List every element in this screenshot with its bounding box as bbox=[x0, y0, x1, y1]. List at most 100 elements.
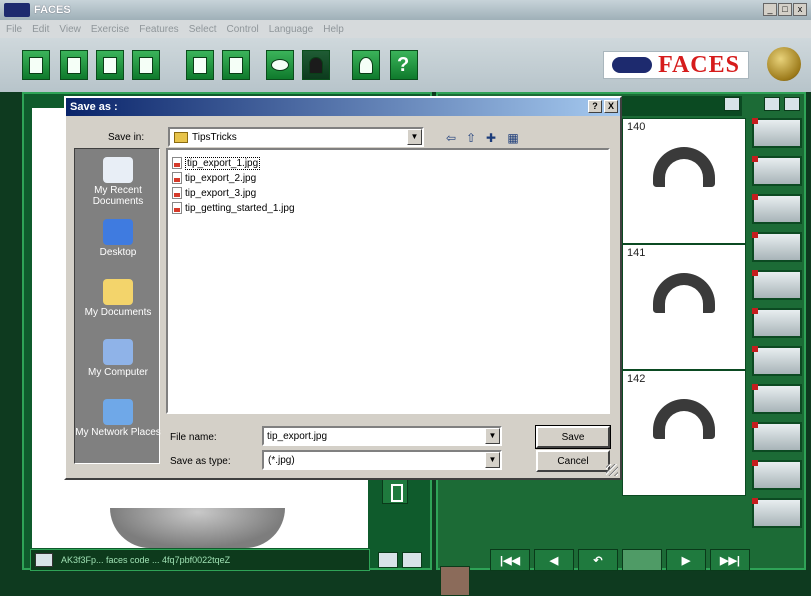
save-as-type-value: (*.jpg) bbox=[268, 454, 295, 466]
feature-moustache-button[interactable] bbox=[752, 384, 802, 414]
menu-file[interactable]: File bbox=[2, 24, 28, 35]
new-folder-icon[interactable]: ✚ bbox=[482, 130, 500, 146]
app-icon bbox=[4, 3, 30, 17]
keyboard-icon[interactable] bbox=[35, 553, 53, 567]
file-list[interactable]: tip_export_1.jpg tip_export_2.jpg tip_ex… bbox=[166, 148, 610, 414]
save-in-label: Save in: bbox=[108, 132, 145, 143]
feature-scars-button[interactable] bbox=[752, 498, 802, 528]
dialog-title: Save as : bbox=[66, 98, 620, 116]
place-desktop[interactable]: Desktop bbox=[75, 219, 161, 258]
file-name: tip_export_3.jpg bbox=[185, 187, 257, 199]
file-item[interactable]: tip_export_2.jpg bbox=[172, 171, 256, 185]
place-my-documents[interactable]: My Documents bbox=[75, 279, 161, 318]
toolbar: ? FACES bbox=[0, 38, 811, 92]
thumbnail-140[interactable]: 140 bbox=[622, 118, 746, 244]
feature-category-list bbox=[748, 118, 806, 538]
menu-view[interactable]: View bbox=[55, 24, 87, 35]
my-computer-icon bbox=[103, 339, 133, 365]
dialog-help-button[interactable]: ? bbox=[588, 100, 602, 113]
navigation-bar: |◀◀ ◀ ↶ ▶ ▶▶| bbox=[490, 549, 750, 571]
network-places-icon bbox=[103, 399, 133, 425]
view-button[interactable] bbox=[266, 50, 294, 80]
title-bar: FACES _ □ x bbox=[0, 0, 811, 20]
brand-text: FACES bbox=[658, 51, 740, 78]
resize-grip[interactable] bbox=[606, 464, 618, 476]
eye-icon bbox=[271, 59, 289, 71]
feature-eyebrows-button[interactable] bbox=[752, 232, 802, 262]
chevron-down-icon[interactable]: ▼ bbox=[407, 129, 422, 145]
minimize-button[interactable]: _ bbox=[763, 3, 777, 16]
chevron-down-icon[interactable]: ▼ bbox=[485, 452, 500, 468]
maximize-button[interactable]: □ bbox=[778, 3, 792, 16]
export-button[interactable] bbox=[132, 50, 160, 80]
feature-glasses-button[interactable] bbox=[752, 346, 802, 376]
new-document-icon bbox=[29, 56, 43, 74]
menu-bar: File Edit View Exercise Features Select … bbox=[0, 20, 811, 38]
feature-preview-button[interactable] bbox=[440, 566, 470, 596]
place-network-places[interactable]: My Network Places bbox=[75, 399, 161, 438]
open-file-button[interactable] bbox=[60, 50, 88, 80]
up-folder-icon[interactable]: ⇧ bbox=[462, 130, 480, 146]
file-name-field[interactable]: tip_export.jpg ▼ bbox=[262, 426, 502, 446]
save-in-dropdown[interactable]: TipsTricks ▼ bbox=[168, 127, 424, 147]
view-menu-icon[interactable]: ▦ bbox=[504, 130, 522, 146]
menu-language[interactable]: Language bbox=[265, 24, 320, 35]
thumbnail-141[interactable]: 141 bbox=[622, 244, 746, 370]
feature-eyes-button[interactable] bbox=[752, 194, 802, 224]
list-icon[interactable] bbox=[378, 552, 398, 568]
save-file-button[interactable] bbox=[96, 50, 124, 80]
feature-nose-button[interactable] bbox=[752, 270, 802, 300]
menu-features[interactable]: Features bbox=[135, 24, 184, 35]
suspect-button[interactable] bbox=[352, 50, 380, 80]
thumbnail-142[interactable]: 142 bbox=[622, 370, 746, 496]
brand-mark-icon bbox=[612, 57, 653, 73]
feature-head-shape-button[interactable] bbox=[752, 156, 802, 186]
save-icon bbox=[103, 56, 117, 74]
close-window-button[interactable]: x bbox=[793, 3, 807, 16]
file-item[interactable]: tip_export_1.jpg bbox=[172, 156, 261, 170]
print-button[interactable] bbox=[222, 50, 250, 80]
page-button[interactable] bbox=[382, 478, 408, 504]
first-button[interactable]: |◀◀ bbox=[490, 549, 530, 571]
feature-lines-button[interactable] bbox=[752, 422, 802, 452]
recent-documents-icon bbox=[103, 157, 133, 183]
next-button[interactable]: ▶ bbox=[666, 549, 706, 571]
chevron-down-icon[interactable]: ▼ bbox=[485, 428, 500, 444]
dialog-close-button[interactable]: X bbox=[604, 100, 618, 113]
menu-edit[interactable]: Edit bbox=[28, 24, 55, 35]
pause-icon[interactable] bbox=[724, 97, 740, 111]
place-my-computer[interactable]: My Computer bbox=[75, 339, 161, 378]
undo-button[interactable]: ↶ bbox=[578, 549, 618, 571]
menu-select[interactable]: Select bbox=[185, 24, 223, 35]
hair-image bbox=[653, 399, 715, 439]
last-button[interactable]: ▶▶| bbox=[710, 549, 750, 571]
file-item[interactable]: tip_export_3.jpg bbox=[172, 186, 256, 200]
feature-hair-button[interactable] bbox=[752, 118, 802, 148]
feature-mouth-button[interactable] bbox=[752, 308, 802, 338]
camera-icon[interactable] bbox=[402, 552, 422, 568]
profile-button[interactable] bbox=[302, 50, 330, 80]
menu-help[interactable]: Help bbox=[319, 24, 350, 35]
previous-button[interactable]: ◀ bbox=[534, 549, 574, 571]
window-controls: _ □ x bbox=[763, 3, 807, 16]
cancel-button[interactable]: Cancel bbox=[536, 450, 610, 472]
menu-control[interactable]: Control bbox=[222, 24, 264, 35]
faces-icon[interactable] bbox=[764, 97, 780, 111]
thumbnail-number: 141 bbox=[627, 247, 646, 259]
file-item[interactable]: tip_getting_started_1.jpg bbox=[172, 201, 295, 215]
feature-ears-button[interactable] bbox=[752, 460, 802, 490]
save-button[interactable]: Save bbox=[535, 425, 611, 449]
folder-icon[interactable] bbox=[784, 97, 800, 111]
place-label: My Network Places bbox=[75, 427, 161, 438]
refresh-button[interactable] bbox=[622, 549, 662, 571]
back-icon[interactable]: ⇦ bbox=[442, 130, 460, 146]
menu-exercise[interactable]: Exercise bbox=[87, 24, 135, 35]
place-label: Desktop bbox=[99, 247, 137, 258]
print-icon bbox=[229, 56, 243, 74]
new-file-button[interactable] bbox=[22, 50, 50, 80]
save-as-type-label: Save as type: bbox=[170, 456, 231, 467]
help-button[interactable]: ? bbox=[390, 50, 418, 80]
import-button[interactable] bbox=[186, 50, 214, 80]
save-as-type-dropdown[interactable]: (*.jpg) ▼ bbox=[262, 450, 502, 470]
place-recent-documents[interactable]: My Recent Documents bbox=[75, 157, 161, 207]
